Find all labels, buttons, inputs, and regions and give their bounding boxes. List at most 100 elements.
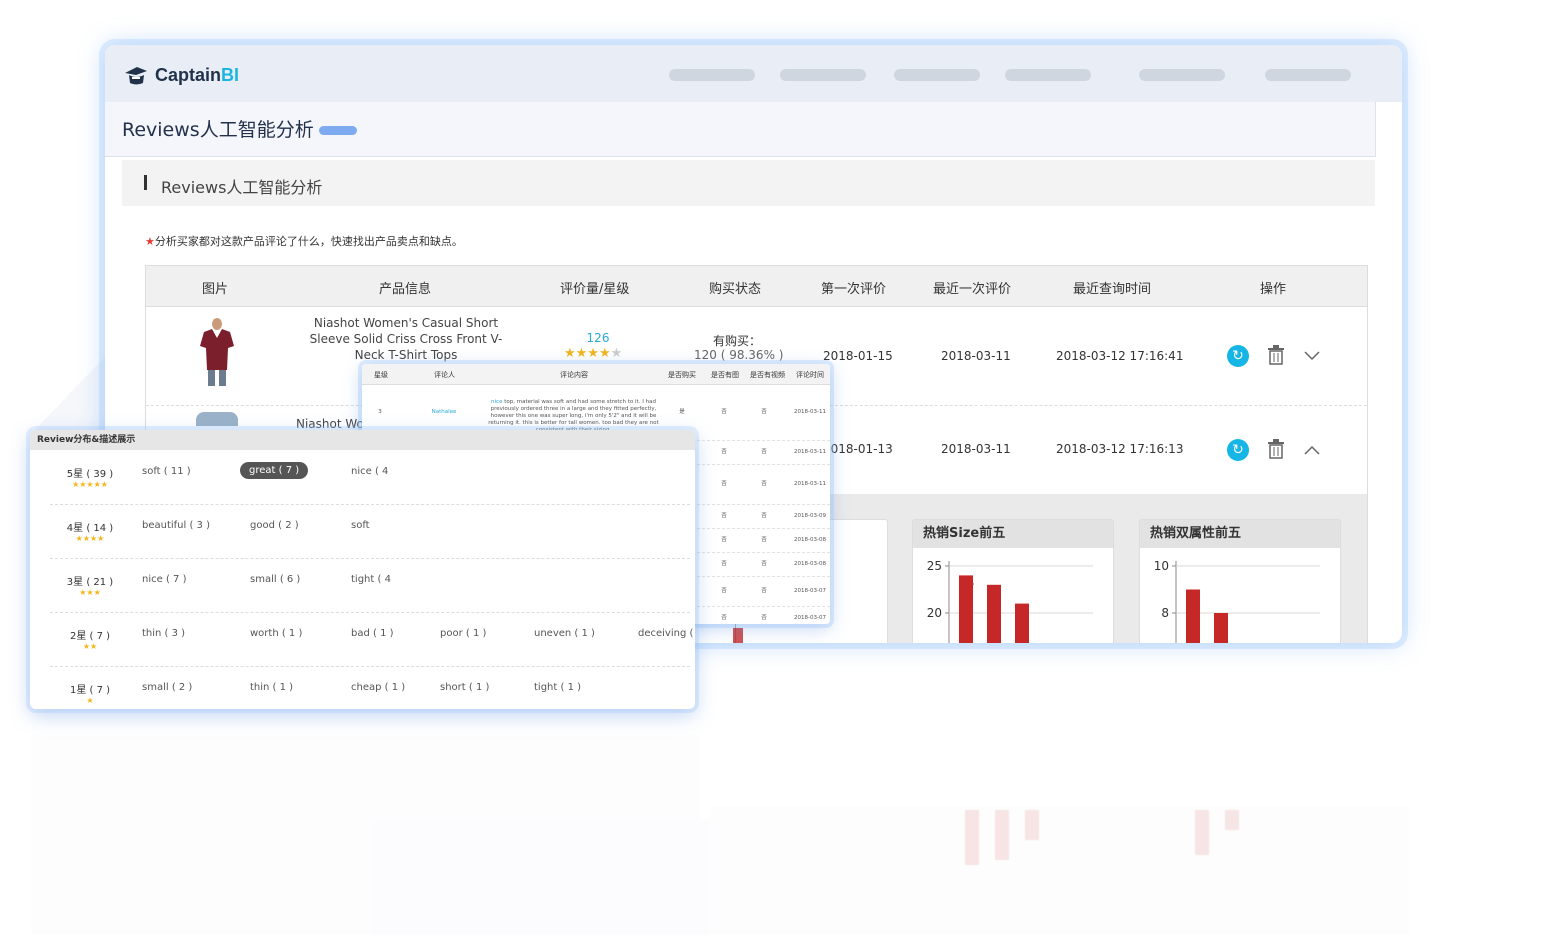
rh-bought: 是否购买 <box>668 371 696 379</box>
th-last-query: 最近查询时间 <box>1073 282 1152 297</box>
star-level-label: 3星 ( 21 ) <box>66 577 114 588</box>
review-has-video: 否 <box>761 480 767 487</box>
nav-item-4[interactable] <box>1005 69 1091 81</box>
last-query-time: 2018-03-12 17:16:41 <box>1056 349 1184 363</box>
product-name-2[interactable]: Niashot Wo <box>296 417 364 431</box>
rh-video: 是否有视频 <box>750 371 785 379</box>
th-last-review: 最近一次评价 <box>933 282 1012 297</box>
brand-name: CaptainBI <box>155 64 240 85</box>
keyword-tag[interactable]: good ( 2 ) <box>250 520 299 531</box>
distribution-row: 3星 ( 21 ) ★★★ nice ( 7 ) small ( 6 ) tight (… <box>50 558 690 613</box>
nav-item-2[interactable] <box>780 69 866 81</box>
keyword-tag[interactable]: thin ( 1 ) <box>250 682 293 693</box>
keyword-tag[interactable]: tight ( 1 ) <box>534 682 581 693</box>
review-date: 2018-03-09 <box>794 512 826 519</box>
nav-item-3[interactable] <box>894 69 980 81</box>
review-stars: 3 <box>378 409 382 415</box>
review-date: 2018-03-08 <box>794 536 826 543</box>
brand-logo[interactable]: CaptainBI <box>123 62 239 88</box>
trash-icon[interactable] <box>1267 345 1285 365</box>
keyword-tag[interactable]: deceiving ( 1 ) <box>638 628 695 639</box>
rh-content: 评论内容 <box>560 371 588 379</box>
review-date: 2018-03-07 <box>794 614 826 621</box>
product-name[interactable]: Niashot Women's Casual Short Sleeve Soli… <box>296 315 516 363</box>
y-tick-label: 20 <box>927 606 942 620</box>
chart-title-dual-attr: 热销双属性前五 <box>1140 520 1340 548</box>
product-image-2[interactable] <box>196 412 238 426</box>
distribution-row: 1星 ( 7 ) ★ small ( 2 ) thin ( 1 ) cheap ( 1 … <box>50 666 690 709</box>
review-has-image: 否 <box>721 409 727 415</box>
review-date: 2018-03-11 <box>794 409 826 415</box>
keyword-tag[interactable]: soft ( 11 ) <box>142 466 191 477</box>
last-query-time-2: 2018-03-12 17:16:13 <box>1056 442 1184 456</box>
keyword-tag[interactable]: great ( 7 ) <box>240 462 309 479</box>
captain-hat-icon <box>125 67 147 85</box>
first-review-date: 2018-01-15 <box>823 349 893 363</box>
table-header: 图片 产品信息 评价量/星级 购买状态 第一次评价 最近一次评价 最近查询时间 … <box>146 266 1367 307</box>
keyword-tag[interactable]: cheap ( 1 ) <box>351 682 405 693</box>
keyword-tag[interactable]: thin ( 3 ) <box>142 628 185 639</box>
chevron-up-icon[interactable] <box>1304 445 1320 455</box>
th-first-review: 第一次评价 <box>821 282 887 297</box>
review-distribution-card: Review分布&描述展示 5星 ( 39 ) ★★★★★ soft ( 11 ) g… <box>30 430 695 709</box>
rating-count[interactable]: 126 <box>558 331 638 345</box>
trash-icon[interactable] <box>1267 439 1285 459</box>
refresh-button[interactable]: ↻ <box>1227 345 1249 367</box>
nav-item-1[interactable] <box>669 69 755 81</box>
chart-title-size: 热销Size前五 <box>913 520 1113 548</box>
distribution-title: Review分布&描述展示 <box>30 430 695 450</box>
review-date: 2018-03-11 <box>794 448 826 455</box>
bar-value-label: 21 <box>1014 604 1029 618</box>
bar-value-label: 23 <box>986 585 1001 599</box>
star-level-label: 5星 ( 39 ) <box>66 469 114 480</box>
dual-attr-bar-chart: 8 10 9 8 <box>1154 559 1320 643</box>
th-image: 图片 <box>202 282 229 297</box>
last-review-date: 2018-03-11 <box>941 349 1011 363</box>
star-level-label: 1星 ( 7 ) <box>69 685 111 696</box>
distribution-row: 5星 ( 39 ) ★★★★★ soft ( 11 ) great ( 7 ) nice… <box>50 450 690 505</box>
review-date: 2018-03-07 <box>794 587 826 594</box>
review-has-video: 否 <box>761 512 767 519</box>
y-tick-label: 10 <box>1154 559 1169 573</box>
keyword-tag[interactable]: soft <box>351 520 370 531</box>
keyword-tag[interactable]: worth ( 1 ) <box>250 628 302 639</box>
tshirt-model-image <box>200 318 234 386</box>
review-content: nice top, material was soft and had some… <box>488 398 659 433</box>
review-bought: 是 <box>679 409 685 415</box>
size-bar-chart: 20 25 24 23 21 <box>927 559 1093 643</box>
tip-text: ★分析买家都对这款产品评论了什么，快速找出产品卖点和缺点。 <box>145 235 463 248</box>
keyword-tag[interactable]: beautiful ( 3 ) <box>142 520 210 531</box>
reviewer-name[interactable]: Nathalee <box>414 409 474 416</box>
purchase-value: 120 ( 98.36% ) <box>694 348 784 362</box>
review-date: 2018-03-11 <box>794 480 826 487</box>
keyword-tag[interactable]: small ( 6 ) <box>250 574 300 585</box>
rating-stars: ★★★★★ <box>564 346 623 361</box>
nav-item-6[interactable] <box>1265 69 1351 81</box>
chevron-down-icon[interactable] <box>1304 351 1320 361</box>
review-has-image: 否 <box>721 536 727 543</box>
star-rating-icons: ★★ <box>82 642 98 651</box>
last-review-date-2: 2018-03-11 <box>941 442 1011 456</box>
keyword-tag[interactable]: bad ( 1 ) <box>351 628 394 639</box>
title-decoration <box>319 126 357 135</box>
star-level-label: 4星 ( 14 ) <box>66 523 114 534</box>
purchase-label: 有购买： <box>713 334 762 348</box>
nav-item-5[interactable] <box>1139 69 1225 81</box>
refresh-button-2[interactable]: ↻ <box>1227 439 1249 461</box>
star-level-label: 2星 ( 7 ) <box>69 631 111 642</box>
th-actions: 操作 <box>1260 282 1287 297</box>
keyword-tag[interactable]: nice ( 7 ) <box>142 574 186 585</box>
keyword-tag[interactable]: nice ( 4 <box>351 466 388 477</box>
review-has-image: 否 <box>721 587 727 594</box>
keyword-tag[interactable]: uneven ( 1 ) <box>534 628 595 639</box>
product-image[interactable] <box>196 318 238 388</box>
keyword-tag[interactable]: short ( 1 ) <box>440 682 489 693</box>
keyword-tag[interactable]: small ( 2 ) <box>142 682 192 693</box>
th-product: 产品信息 <box>379 282 432 297</box>
review-has-video: 否 <box>761 536 767 543</box>
keyword-tag[interactable]: tight ( 4 <box>351 574 391 585</box>
rh-date: 评论时间 <box>796 371 824 379</box>
y-tick-label: 8 <box>1161 606 1169 620</box>
keyword-tag[interactable]: poor ( 1 ) <box>440 628 486 639</box>
review-has-image: 否 <box>721 448 727 455</box>
